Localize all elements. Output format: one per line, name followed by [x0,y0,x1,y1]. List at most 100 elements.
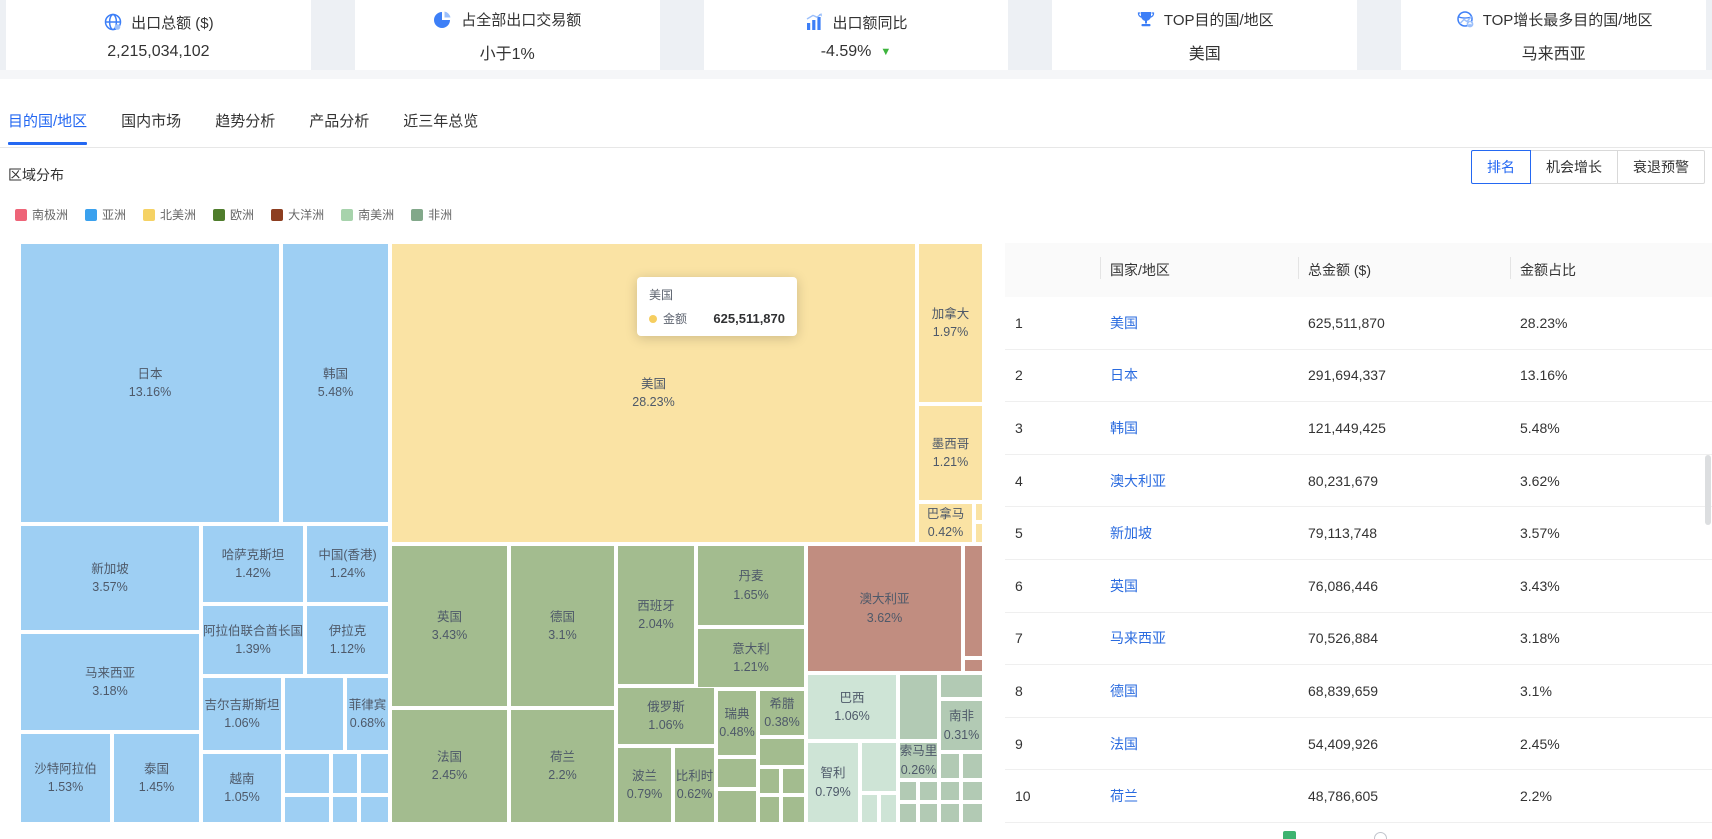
treemap-cell[interactable] [975,523,983,543]
legend-item-南极洲[interactable]: 南极洲 [15,206,68,223]
tab-产品分析[interactable]: 产品分析 [309,99,369,145]
treemap-cell[interactable] [940,803,960,823]
country-link[interactable]: 澳大利亚 [1110,473,1166,489]
country-link[interactable]: 马来西亚 [1110,630,1166,646]
rank-cell: 6 [1015,577,1023,594]
treemap-cell[interactable] [962,803,983,823]
treemap-cell[interactable] [717,790,757,823]
treemap-cell-巴拿马[interactable]: 巴拿马 0.42% [918,503,973,543]
tab-趋势分析[interactable]: 趋势分析 [215,99,275,145]
toggle-button-衰退预警[interactable]: 衰退预警 [1617,150,1705,184]
legend-item-北美洲[interactable]: 北美洲 [143,206,196,223]
treemap-cell[interactable] [284,677,344,751]
treemap-cell[interactable] [284,753,330,794]
legend-item-非洲[interactable]: 非洲 [411,206,452,223]
treemap-cell-巴西[interactable]: 巴西 1.06% [807,674,897,740]
treemap-cell[interactable] [919,781,938,801]
treemap-cell-丹麦[interactable]: 丹麦 1.65% [697,545,805,626]
treemap-cell-西班牙[interactable]: 西班牙 2.04% [617,545,695,685]
treemap-cell-马来西亚[interactable]: 马来西亚 3.18% [20,633,200,731]
treemap-cell-中国(香港)[interactable]: 中国(香港) 1.24% [306,525,389,603]
treemap-cell-日本[interactable]: 日本 13.16% [20,243,280,523]
country-link[interactable]: 法国 [1110,736,1138,752]
treemap-cell-法国[interactable]: 法国 2.45% [391,709,508,823]
treemap-cell-加拿大[interactable]: 加拿大 1.97% [918,243,983,403]
treemap-cell-韩国[interactable]: 韩国 5.48% [282,243,389,523]
treemap-cell[interactable] [899,803,917,823]
treemap-cell-沙特阿拉伯[interactable]: 沙特阿拉伯 1.53% [20,733,111,823]
tab-近三年总览[interactable]: 近三年总览 [403,99,478,145]
treemap-cell[interactable] [940,753,960,779]
treemap-cell[interactable] [880,794,897,823]
country-link[interactable]: 荷兰 [1110,788,1138,804]
treemap-cell-泰国[interactable]: 泰国 1.45% [113,733,200,823]
treemap-cell[interactable] [360,753,389,794]
treemap-cell-菲律宾[interactable]: 菲律宾 0.68% [346,677,389,751]
country-link[interactable]: 英国 [1110,578,1138,594]
treemap-cell[interactable] [332,796,358,823]
treemap-cell-瑞典[interactable]: 瑞典 0.48% [717,690,757,756]
treemap-cell[interactable] [975,503,983,521]
toggle-button-排名[interactable]: 排名 [1471,150,1531,184]
treemap-cell[interactable] [861,794,878,823]
treemap-cell[interactable] [759,796,780,823]
treemap-cell-智利[interactable]: 智利 0.79% [807,742,859,823]
treemap-cell-新加坡[interactable]: 新加坡 3.57% [20,525,200,631]
treemap-cell-name: 吉尔吉斯斯坦 [204,697,280,712]
treemap-cell[interactable] [759,768,780,794]
treemap-cell[interactable] [919,803,938,823]
treemap-cell-伊拉克[interactable]: 伊拉克 1.12% [306,605,389,675]
toggle-button-机会增长[interactable]: 机会增长 [1530,150,1618,184]
country-link[interactable]: 德国 [1110,683,1138,699]
treemap-cell-比利时[interactable]: 比利时 0.62% [674,747,715,823]
treemap-cell-墨西哥[interactable]: 墨西哥 1.21% [918,405,983,501]
treemap-cell-哈萨克斯坦[interactable]: 哈萨克斯坦 1.42% [202,525,304,603]
treemap-cell[interactable] [360,796,389,823]
treemap-cell[interactable] [717,758,757,788]
tab-目的国/地区[interactable]: 目的国/地区 [8,99,88,145]
chart-toggle-icon[interactable] [1283,831,1296,839]
help-circle-icon[interactable] [1374,832,1387,839]
treemap-cell-越南[interactable]: 越南 1.05% [202,753,282,823]
country-link[interactable]: 日本 [1110,367,1138,383]
treemap-cell-索马里[interactable]: 索马里 0.26% [899,742,938,779]
treemap-cell[interactable] [332,753,358,794]
treemap-cell[interactable] [899,781,917,801]
treemap-cell[interactable] [962,781,983,801]
treemap-cell-希腊[interactable]: 希腊 0.38% [759,690,805,736]
treemap-cell-德国[interactable]: 德国 3.1% [510,545,615,707]
treemap-cell-name: 韩国 [322,366,348,381]
treemap-cell-俄罗斯[interactable]: 俄罗斯 1.06% [617,687,715,745]
rank-cell: 8 [1015,682,1023,699]
treemap-cell[interactable] [962,753,983,779]
treemap-cell[interactable] [899,674,938,740]
treemap-cell[interactable] [782,768,805,794]
treemap-cell[interactable] [284,796,330,823]
country-link[interactable]: 新加坡 [1110,525,1152,541]
treemap-cell-荷兰[interactable]: 荷兰 2.2% [510,709,615,823]
treemap-cell[interactable] [940,674,983,698]
treemap-cell-name: 希腊 [769,696,795,711]
treemap-cell-意大利[interactable]: 意大利 1.21% [697,628,805,688]
treemap-cell-吉尔吉斯斯坦[interactable]: 吉尔吉斯斯坦 1.06% [202,677,282,751]
treemap-cell[interactable] [861,742,897,792]
treemap-cell-波兰[interactable]: 波兰 0.79% [617,747,672,823]
treemap-cell[interactable] [940,781,960,801]
treemap-cell-阿拉伯联合酋长国[interactable]: 阿拉伯联合酋长国 1.39% [202,605,304,675]
treemap-cell[interactable] [964,659,983,672]
treemap-cell[interactable] [782,796,805,823]
treemap-cell-澳大利亚[interactable]: 澳大利亚 3.62% [807,545,962,672]
treemap-cell[interactable] [964,545,983,657]
treemap-cell-英国[interactable]: 英国 3.43% [391,545,508,707]
legend-item-大洋洲[interactable]: 大洋洲 [271,206,324,223]
tab-国内市场[interactable]: 国内市场 [121,99,181,145]
country-link[interactable]: 美国 [1110,315,1138,331]
legend-item-欧洲[interactable]: 欧洲 [213,206,254,223]
country-link[interactable]: 韩国 [1110,420,1138,436]
legend-item-南美洲[interactable]: 南美洲 [341,206,394,223]
treemap-cell[interactable] [759,738,805,766]
treemap-cell-南非[interactable]: 南非 0.31% [940,700,983,751]
treemap-cell-percent: 3.43% [431,628,468,642]
legend-item-亚洲[interactable]: 亚洲 [85,206,126,223]
vertical-scrollbar[interactable] [1705,455,1711,525]
